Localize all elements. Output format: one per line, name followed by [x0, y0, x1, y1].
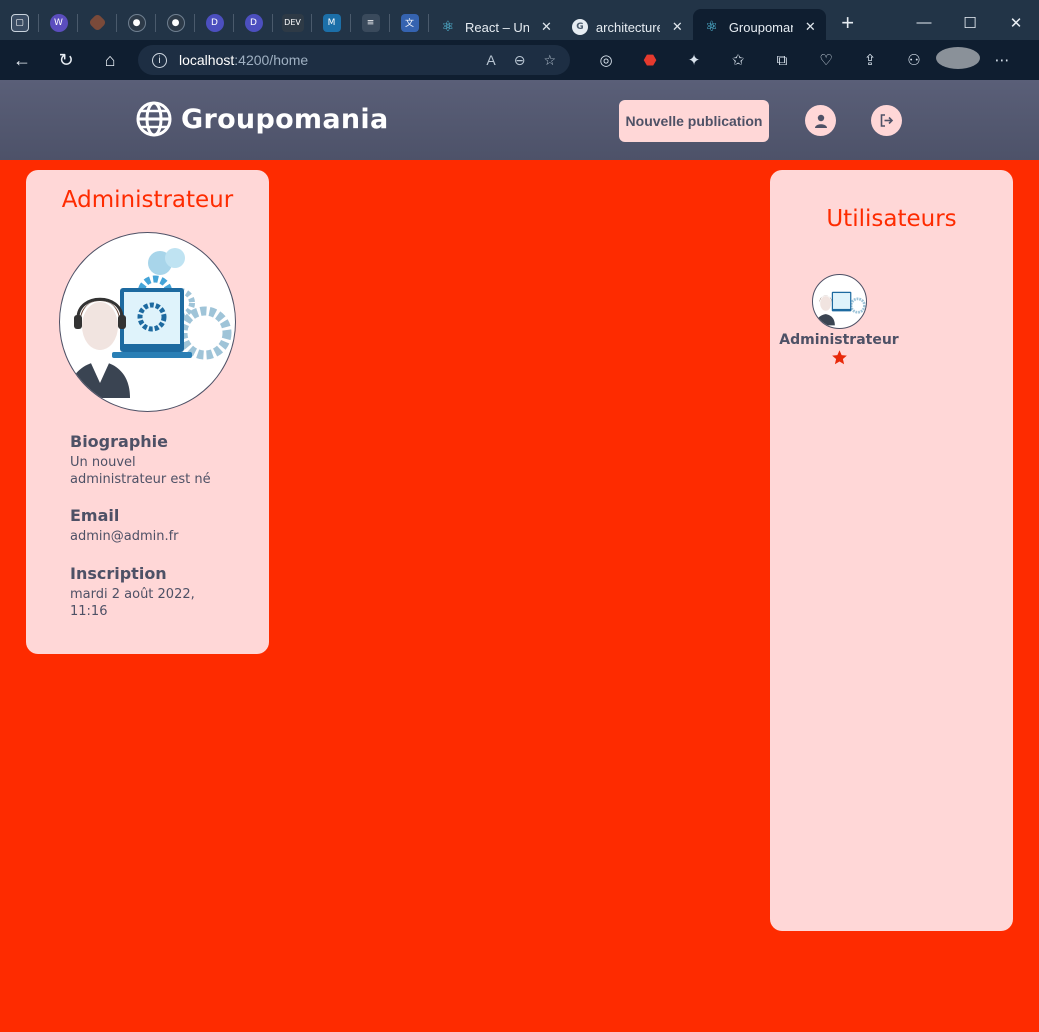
stack-icon: ≡ [361, 13, 380, 32]
pinned-tab-9[interactable]: ≡ [351, 0, 390, 45]
close-window-icon[interactable]: ✕ [993, 0, 1039, 45]
workspaces-icon[interactable]: ⚇ [892, 51, 936, 69]
star-icon [831, 350, 847, 365]
github-icon: ● [166, 13, 185, 32]
pinned-tab-3[interactable]: ● [117, 0, 156, 45]
close-icon[interactable]: ✕ [541, 19, 552, 35]
user-icon [814, 114, 827, 128]
pinned-tab-6[interactable]: D [234, 0, 273, 45]
url-path: :4200/home [234, 52, 309, 68]
w-icon: W [49, 13, 68, 32]
favorites-icon[interactable]: ✩ [716, 51, 760, 69]
avatar [811, 274, 867, 329]
profile-button[interactable] [805, 105, 836, 136]
react-icon: ⚛ [705, 19, 719, 35]
extension-circle-icon[interactable]: ◎ [584, 51, 628, 69]
bio-section: Biographie Un nouvel administrateur est … [70, 432, 220, 488]
maximize-icon[interactable]: ☐ [947, 0, 993, 45]
new-post-button[interactable]: Nouvelle publication [619, 100, 769, 142]
pinned-tab-4[interactable]: ● [156, 0, 195, 45]
browser-tab-strip: ▢ W ● ● D D DEV M ≡ 文 ⚛ React – Une ✕ G … [0, 0, 1039, 45]
dev-icon: DEV [281, 13, 304, 32]
app-page: Groupomania Nouvelle publication Adminis… [0, 80, 1039, 1032]
url-host: localhost [179, 52, 235, 68]
admin-illustration-icon [68, 248, 232, 398]
profile-name: Administrateur [61, 187, 234, 213]
close-icon[interactable]: ✕ [805, 19, 816, 35]
extension-icons: ◎ ⬣ ✦ ✩ ⧉ ♡ ⇪ ⚇ ⋯ [584, 47, 1039, 73]
email-label: Email [70, 506, 120, 525]
user-list-item[interactable]: Administrateur [770, 274, 908, 366]
logout-button[interactable] [871, 105, 902, 136]
git-diamond-icon [88, 13, 107, 32]
tab-actions-button[interactable]: ▢ [0, 0, 39, 45]
url-tools: A ⊖ ☆ [486, 52, 556, 69]
add-favorite-icon[interactable]: ☆ [543, 52, 556, 69]
users-card: Utilisateurs Administrateur [770, 170, 1013, 931]
close-icon[interactable]: ✕ [672, 19, 683, 35]
new-tab-button[interactable]: + [834, 10, 862, 36]
info-icon[interactable]: i [152, 52, 167, 68]
app-header: Groupomania Nouvelle publication [0, 80, 1039, 160]
pinned-tab-8[interactable]: M [312, 0, 351, 45]
refresh-icon[interactable]: ↻ [44, 50, 88, 71]
collections-icon[interactable]: ⧉ [760, 52, 804, 69]
brand-name: Groupomania [181, 103, 389, 135]
pinned-tab-5[interactable]: D [195, 0, 234, 45]
pinned-tab-7[interactable]: DEV [273, 0, 312, 45]
d-icon: D [205, 13, 224, 32]
email-text: admin@admin.fr [70, 529, 179, 544]
admin-illustration-icon [815, 291, 866, 326]
profile-avatar-icon[interactable] [936, 47, 980, 73]
adblock-icon[interactable]: ⬣ [628, 51, 672, 69]
browser-essentials-icon[interactable]: ♡ [804, 51, 848, 69]
tab-label: architecture [595, 19, 660, 35]
pinned-tab-2[interactable] [78, 0, 117, 45]
window-controls: — ☐ ✕ [901, 0, 1039, 45]
address-bar[interactable]: i localhost:4200/home A ⊖ ☆ [138, 45, 570, 75]
back-arrow-icon[interactable]: ← [0, 50, 44, 71]
read-aloud-icon[interactable]: A [486, 52, 495, 69]
profile-card: Administrateur Biographie Un nouvel admi… [26, 170, 269, 654]
share-icon[interactable]: ⇪ [848, 51, 892, 69]
signup-label: Inscription [70, 564, 167, 583]
bio-text: Un nouvel administrateur est né [70, 455, 211, 487]
m-icon: M [322, 13, 341, 32]
bio-label: Biographie [70, 432, 168, 451]
user-name: Administrateur [779, 332, 899, 348]
brand-logo[interactable]: Groupomania [135, 100, 388, 138]
extensions-puzzle-icon[interactable]: ✦ [672, 51, 716, 69]
browser-toolbar: ← ↻ ⌂ i localhost:4200/home A ⊖ ☆ ◎ ⬣ ✦ … [0, 40, 1039, 80]
zoom-out-icon[interactable]: ⊖ [514, 52, 526, 69]
globe-icon [136, 101, 172, 137]
d-icon: D [244, 13, 263, 32]
pinned-tab-1[interactable]: W [39, 0, 78, 45]
translate-icon: 文 [400, 13, 419, 32]
profile-picture [59, 232, 236, 412]
tab-label: Groupomania [728, 19, 793, 35]
email-section: Email admin@admin.fr [70, 506, 220, 545]
tab-label: React – Une [465, 19, 529, 35]
tab-actions-icon: ▢ [10, 13, 29, 32]
minimize-icon[interactable]: — [901, 0, 947, 45]
pinned-tab-10[interactable]: 文 [390, 0, 429, 45]
github-icon: ● [127, 13, 146, 32]
more-menu-icon[interactable]: ⋯ [980, 51, 1024, 69]
logout-icon [880, 114, 894, 127]
signup-date: mardi 2 août 2022, 11:16 [70, 587, 195, 619]
home-icon[interactable]: ⌂ [88, 50, 132, 71]
react-icon: ⚛ [441, 19, 455, 35]
signup-section: Inscription mardi 2 août 2022, 11:16 [70, 564, 220, 620]
users-title: Utilisateurs [826, 206, 957, 232]
google-icon: G [571, 19, 588, 35]
